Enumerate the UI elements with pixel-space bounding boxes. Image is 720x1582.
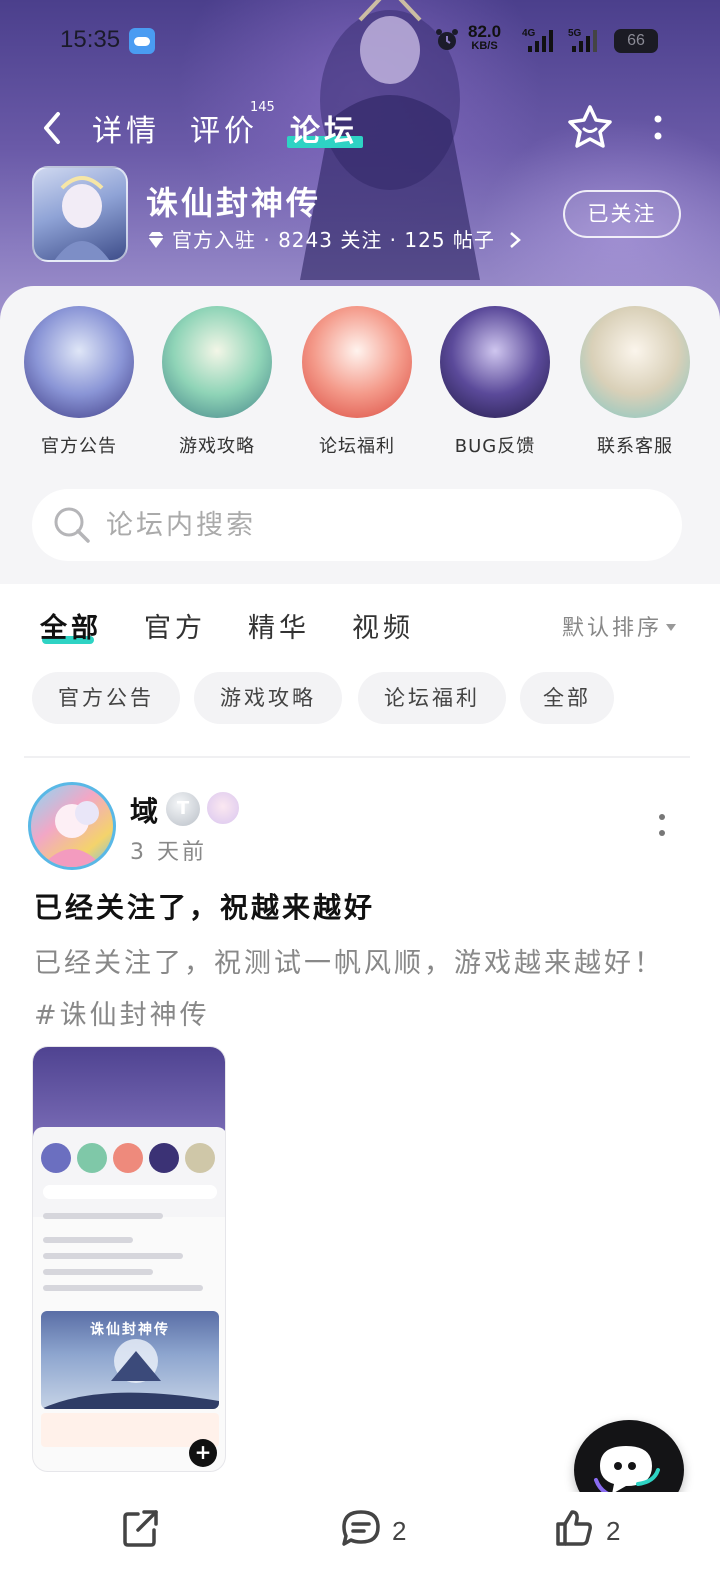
back-icon[interactable] bbox=[40, 110, 64, 146]
comment-icon bbox=[342, 1510, 380, 1546]
post-body: 已经关注了，祝测试一帆风顺，游戏越来越好！#诛仙封神传 bbox=[34, 948, 664, 1031]
feed-tab-all[interactable]: 全部 bbox=[40, 606, 102, 645]
search-bar[interactable] bbox=[32, 489, 682, 561]
comment-button[interactable]: 2 bbox=[340, 1508, 420, 1558]
feed-tab-official[interactable]: 官方 bbox=[144, 606, 206, 645]
signal-4g-icon: 4G bbox=[522, 28, 553, 52]
thumbnail-dot bbox=[113, 1143, 143, 1173]
status-time: 15:35 bbox=[60, 26, 121, 53]
tab-forum[interactable]: 论坛 bbox=[290, 106, 358, 150]
post-author[interactable]: 域 bbox=[130, 790, 158, 830]
feed-tab-featured[interactable]: 精华 bbox=[248, 606, 310, 645]
like-count: 2 bbox=[606, 1516, 621, 1546]
alarm-icon bbox=[436, 29, 458, 50]
avatar[interactable] bbox=[28, 782, 116, 870]
thumbs-up-icon bbox=[556, 1510, 592, 1546]
post-image-thumbnail[interactable]: 诛仙封神传 + bbox=[32, 1046, 226, 1472]
category-label: 游戏攻略 bbox=[179, 436, 255, 457]
thumbnail-dot bbox=[185, 1143, 215, 1173]
speed-unit: KB/S bbox=[471, 40, 498, 52]
game-meta[interactable]: 官方入驻 · 8243 关注 · 125 帖子 bbox=[146, 224, 522, 253]
star-favorite-icon[interactable] bbox=[566, 104, 614, 150]
reviews-count-badge: 145 bbox=[250, 100, 275, 115]
fan-badge-icon bbox=[205, 790, 241, 826]
game-title: 诛仙封神传 bbox=[146, 184, 322, 222]
post-title: 已经关注了，祝越来越好 bbox=[34, 891, 376, 924]
avatar-art bbox=[41, 801, 103, 867]
share-button[interactable] bbox=[120, 1508, 166, 1558]
net2-label: 5G bbox=[568, 28, 582, 39]
thumbnail-banner-title: 诛仙封神传 bbox=[90, 1322, 170, 1338]
welfare-art-icon bbox=[302, 306, 412, 418]
network-speed: 82.0 KB/S bbox=[468, 22, 502, 52]
category-game-guides[interactable]: 游戏攻略 bbox=[152, 306, 282, 458]
feed-tabs: 全部 官方 精华 视频 默认排序 bbox=[0, 584, 720, 664]
game-info: 诛仙封神传 官方入驻 · 8243 关注 · 125 帖子 已关注 bbox=[0, 164, 720, 264]
thumbnail-header bbox=[33, 1047, 225, 1139]
chip-game-guides[interactable]: 游戏攻略 bbox=[194, 672, 342, 724]
thumbnail-line bbox=[43, 1213, 163, 1219]
post-action-bar: 2 2 bbox=[0, 1492, 720, 1582]
post-time: 3 天前 bbox=[130, 840, 207, 865]
signal-5g-icon: 5G bbox=[568, 28, 597, 52]
service-art-icon bbox=[580, 306, 690, 418]
speed-value: 82.0 bbox=[468, 22, 502, 41]
chip-all[interactable]: 全部 bbox=[520, 672, 614, 724]
status-bar: 15:35 82.0 KB/S 4G 5G 66 bbox=[0, 0, 720, 82]
category-label: BUG反馈 bbox=[454, 436, 536, 457]
thumbnail-dot bbox=[77, 1143, 107, 1173]
game-stats: 官方入驻 · 8243 关注 · 125 帖子 bbox=[172, 228, 495, 252]
category-label: 论坛福利 bbox=[319, 436, 395, 457]
category-panel: 官方公告 游戏攻略 论坛福利 BUG反馈 联系客服 bbox=[0, 286, 720, 584]
thumbnail-line bbox=[43, 1269, 153, 1275]
game-icon[interactable] bbox=[32, 166, 128, 262]
bug-art-icon bbox=[440, 306, 550, 418]
search-icon bbox=[54, 507, 90, 543]
diamond-verified-icon bbox=[148, 232, 164, 248]
tab-reviews[interactable]: 评价 bbox=[190, 106, 258, 150]
sort-dropdown[interactable]: 默认排序 bbox=[562, 610, 677, 642]
thumbnail-line bbox=[43, 1253, 183, 1259]
sort-label: 默认排序 bbox=[562, 616, 663, 641]
guide-art-icon bbox=[162, 306, 272, 418]
plus-icon: + bbox=[189, 1439, 217, 1467]
chevron-right-icon bbox=[510, 232, 522, 248]
follow-button[interactable]: 已关注 bbox=[563, 190, 681, 238]
more-icon[interactable] bbox=[655, 812, 669, 840]
category-official-announcements[interactable]: 官方公告 bbox=[14, 306, 144, 458]
thumbnail-dot bbox=[149, 1143, 179, 1173]
chip-forum-welfare[interactable]: 论坛福利 bbox=[358, 672, 506, 724]
category-bug-feedback[interactable]: BUG反馈 bbox=[430, 306, 560, 458]
like-button[interactable]: 2 bbox=[554, 1508, 634, 1558]
game-icon-art bbox=[54, 176, 110, 260]
divider bbox=[24, 756, 690, 758]
post-card[interactable]: 域 T 3 天前 已经关注了，祝越来越好 已经关注了，祝测试一帆风顺，游戏越来越… bbox=[0, 770, 720, 1490]
thumbnail-search bbox=[43, 1185, 217, 1199]
filter-chips: 官方公告 游戏攻略 论坛福利 全部 bbox=[0, 670, 720, 730]
tab-details[interactable]: 详情 bbox=[92, 106, 160, 150]
search-input[interactable] bbox=[106, 489, 646, 561]
chip-official-announcements[interactable]: 官方公告 bbox=[32, 672, 180, 724]
thumbnail-line bbox=[43, 1237, 133, 1243]
thumbnail-card bbox=[41, 1413, 219, 1447]
category-label: 联系客服 bbox=[597, 436, 673, 457]
game-header: 15:35 82.0 KB/S 4G 5G 66 详情 评价 145 论坛 诛仙… bbox=[0, 0, 720, 330]
top-nav: 详情 评价 145 论坛 bbox=[0, 100, 720, 156]
category-customer-service[interactable]: 联系客服 bbox=[570, 306, 700, 458]
thumbnail-banner: 诛仙封神传 bbox=[41, 1311, 219, 1409]
announcement-art-icon bbox=[24, 306, 134, 418]
feed-tab-video[interactable]: 视频 bbox=[352, 606, 414, 645]
battery-indicator: 66 bbox=[614, 29, 658, 53]
thumbnail-dot bbox=[41, 1143, 71, 1173]
comment-count: 2 bbox=[392, 1516, 407, 1546]
net1-label: 4G bbox=[522, 28, 536, 39]
share-icon bbox=[123, 1510, 158, 1547]
more-icon[interactable] bbox=[650, 114, 666, 142]
caret-down-icon bbox=[666, 624, 677, 631]
weather-icon bbox=[129, 28, 155, 54]
level-badge: T bbox=[166, 792, 200, 826]
category-label: 官方公告 bbox=[41, 436, 117, 457]
thumbnail-line bbox=[43, 1285, 203, 1291]
category-forum-welfare[interactable]: 论坛福利 bbox=[292, 306, 422, 458]
